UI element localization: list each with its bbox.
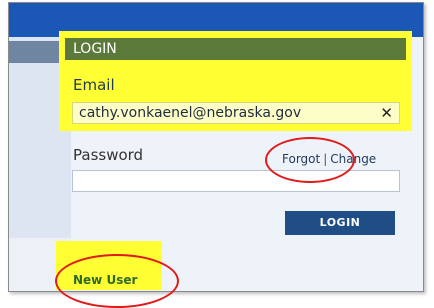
email-label: Email xyxy=(73,76,115,94)
email-value: cathy.vonkaenel@nebraska.gov xyxy=(79,105,302,121)
login-header: LOGIN xyxy=(65,38,406,60)
login-button[interactable]: LOGIN xyxy=(285,211,395,235)
annotation-circle-new-user xyxy=(55,254,179,308)
clear-icon[interactable]: ✕ xyxy=(380,104,393,122)
password-field[interactable] xyxy=(72,170,400,192)
annotation-circle-forgot xyxy=(265,137,355,183)
password-label: Password xyxy=(73,146,144,164)
email-field[interactable]: cathy.vonkaenel@nebraska.gov ✕ xyxy=(72,102,400,124)
